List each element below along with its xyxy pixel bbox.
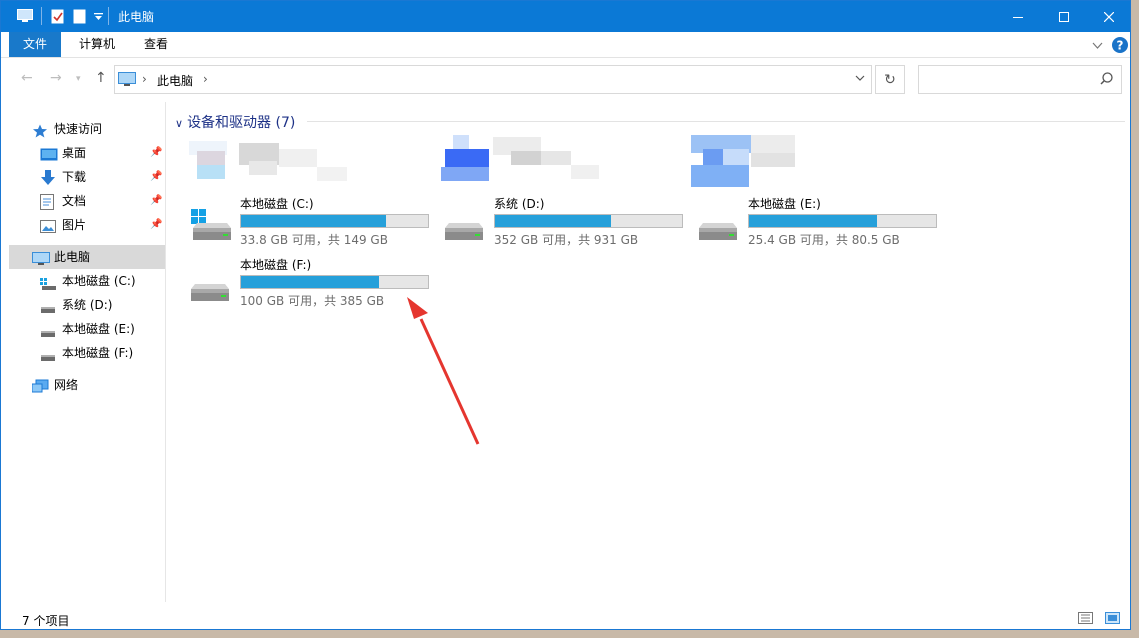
download-icon xyxy=(40,170,56,194)
obscured-item-3[interactable] xyxy=(691,135,801,192)
large-icons-view-icon[interactable] xyxy=(1105,612,1120,627)
nav-label: 本地磁盘 (C:) xyxy=(62,274,136,288)
nav-label: 此电脑 xyxy=(54,250,91,264)
search-input[interactable] xyxy=(918,65,1122,94)
file-explorer-window: 此电脑 文件 计算机 查看 ? ← → ▾ ↑ › 此电脑 › ↻ 快速访问 桌… xyxy=(0,0,1131,630)
nav-label: 网络 xyxy=(54,378,79,392)
star-icon xyxy=(32,122,48,146)
drive-usage-bar xyxy=(240,275,429,289)
drive-space-info: 33.8 GB 可用，共 149 GB xyxy=(240,233,388,247)
drive-usage-bar xyxy=(748,214,937,228)
tab-computer[interactable]: 计算机 xyxy=(67,32,127,57)
hard-drive-icon xyxy=(40,298,56,322)
hard-drive-icon xyxy=(443,209,487,244)
pin-icon[interactable]: 📌 xyxy=(150,171,162,182)
tab-file[interactable]: 文件 xyxy=(9,32,62,57)
back-arrow-icon[interactable]: ← xyxy=(21,70,33,86)
search-icon xyxy=(1100,72,1113,88)
drive-usage-fill xyxy=(241,215,386,227)
drive-usage-fill xyxy=(241,276,380,288)
forward-arrow-icon[interactable]: → xyxy=(50,70,62,86)
windows-drive-icon xyxy=(40,274,56,298)
breadcrumb-chevron-icon[interactable]: › xyxy=(203,72,208,86)
drive-name: 本地磁盘 (F:) xyxy=(240,258,312,272)
nav-label: 图片 xyxy=(62,218,87,232)
minimize-button[interactable] xyxy=(995,1,1041,32)
obscured-item-1[interactable] xyxy=(189,141,349,186)
toolbar-divider xyxy=(108,7,110,28)
svg-text:?: ? xyxy=(1117,39,1124,53)
pin-icon[interactable]: 📌 xyxy=(150,147,162,158)
close-button[interactable] xyxy=(1086,1,1130,32)
group-header-label: 设备和驱动器 (7) xyxy=(187,115,296,131)
drive-usage-bar xyxy=(494,214,683,228)
drive-tile-c[interactable]: 本地磁盘 (C:) 33.8 GB 可用，共 149 GB xyxy=(189,195,434,251)
status-bar: 7 个项目 xyxy=(1,608,1130,629)
expand-ribbon-icon[interactable] xyxy=(1092,39,1103,53)
drive-name: 本地磁盘 (C:) xyxy=(240,197,314,211)
navigation-pane: 快速访问 桌面 📌 下载 📌 文档 📌 图片 📌 此电脑 本地磁盘 (C:) 系… xyxy=(1,102,166,602)
ribbon: 文件 计算机 查看 ? xyxy=(1,32,1130,58)
up-arrow-icon[interactable]: ↑ xyxy=(95,70,107,86)
group-divider xyxy=(307,121,1125,122)
computer-icon xyxy=(32,250,50,274)
nav-label: 本地磁盘 (F:) xyxy=(62,346,134,360)
drive-name: 系统 (D:) xyxy=(494,197,545,211)
drive-name: 本地磁盘 (E:) xyxy=(748,197,821,211)
pin-icon[interactable]: 📌 xyxy=(150,195,162,206)
documents-icon xyxy=(40,194,54,218)
drive-tile-f[interactable]: 本地磁盘 (F:) 100 GB 可用，共 385 GB xyxy=(189,256,434,312)
nav-label: 系统 (D:) xyxy=(62,298,113,312)
drive-usage-bar xyxy=(240,214,429,228)
tab-view[interactable]: 查看 xyxy=(132,32,180,57)
address-dropdown-icon[interactable] xyxy=(855,72,865,85)
hard-drive-icon xyxy=(40,346,56,370)
annotation-arrow xyxy=(407,297,480,445)
nav-label: 桌面 xyxy=(62,146,87,160)
refresh-button[interactable]: ↻ xyxy=(875,65,905,94)
customize-toolbar-icon[interactable] xyxy=(94,11,103,25)
breadcrumb-chevron-icon[interactable]: › xyxy=(142,72,147,86)
recent-locations-icon[interactable]: ▾ xyxy=(76,74,81,84)
drive-usage-fill xyxy=(749,215,877,227)
pictures-icon xyxy=(40,218,56,242)
group-header[interactable]: ∨ 设备和驱动器 (7) xyxy=(175,112,295,132)
computer-icon xyxy=(118,72,136,90)
drive-space-info: 352 GB 可用，共 931 GB xyxy=(494,233,639,247)
computer-icon xyxy=(17,9,33,26)
view-toggle xyxy=(1078,612,1120,627)
new-folder-icon[interactable] xyxy=(73,9,86,27)
drive-tile-d[interactable]: 系统 (D:) 352 GB 可用，共 931 GB xyxy=(443,195,688,251)
window-title: 此电脑 xyxy=(118,10,155,24)
obscured-item-2[interactable] xyxy=(441,135,601,186)
nav-label: 快速访问 xyxy=(54,122,103,136)
nav-label: 本地磁盘 (E:) xyxy=(62,322,135,336)
properties-icon[interactable] xyxy=(51,9,65,27)
help-icon[interactable]: ? xyxy=(1112,37,1128,56)
drive-usage-fill xyxy=(495,215,612,227)
drive-space-info: 25.4 GB 可用，共 80.5 GB xyxy=(748,233,900,247)
pin-icon[interactable]: 📌 xyxy=(150,219,162,230)
drive-space-info: 100 GB 可用，共 385 GB xyxy=(240,294,385,308)
chevron-down-icon: ∨ xyxy=(175,117,184,130)
hard-drive-icon xyxy=(189,270,233,305)
hard-drive-icon xyxy=(40,322,56,346)
maximize-button[interactable] xyxy=(1041,1,1087,32)
nav-label: 文档 xyxy=(62,194,87,208)
address-bar[interactable]: › 此电脑 › xyxy=(114,65,872,94)
refresh-icon: ↻ xyxy=(884,71,896,88)
desktop-icon xyxy=(40,146,58,170)
toolbar-divider xyxy=(41,7,43,28)
network-icon xyxy=(31,378,49,402)
nav-label: 下载 xyxy=(62,170,87,184)
windows-drive-icon xyxy=(189,209,233,244)
drive-tile-e[interactable]: 本地磁盘 (E:) 25.4 GB 可用，共 80.5 GB xyxy=(697,195,942,251)
item-count: 7 个项目 xyxy=(22,614,70,628)
hard-drive-icon xyxy=(697,209,741,244)
breadcrumb-this-pc[interactable]: 此电脑 xyxy=(157,72,193,89)
title-bar: 此电脑 xyxy=(1,1,1130,32)
details-view-icon[interactable] xyxy=(1078,612,1094,627)
